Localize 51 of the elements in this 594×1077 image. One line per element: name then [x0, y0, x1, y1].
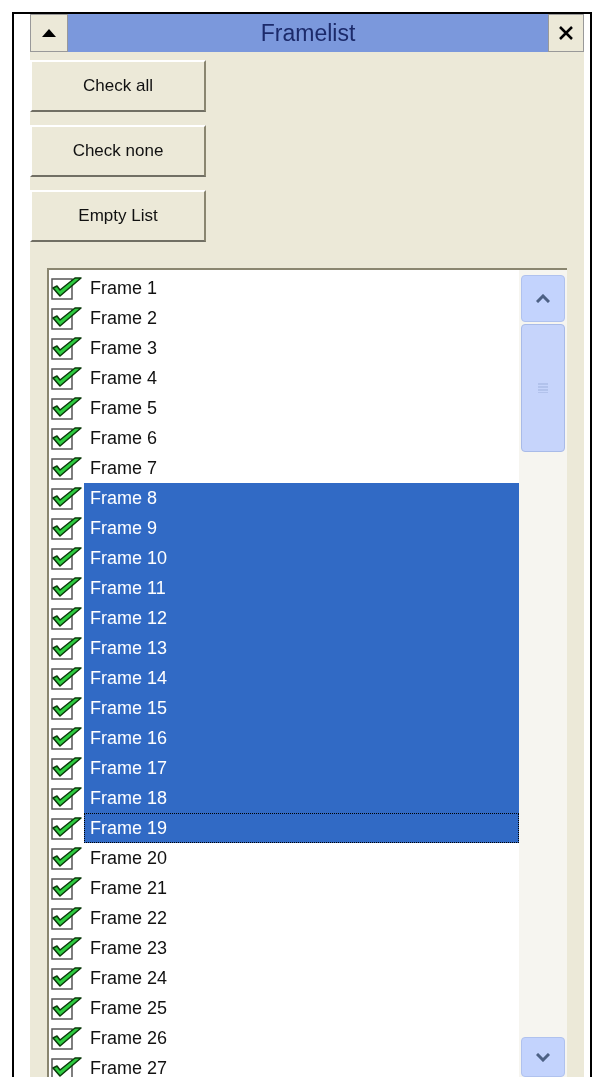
checkbox-checked-icon[interactable]: [50, 995, 84, 1021]
list-item[interactable]: Frame 13: [84, 633, 519, 663]
list-item[interactable]: Frame 18: [84, 783, 519, 813]
checkbox-checked-icon[interactable]: [50, 395, 84, 421]
checkbox-checked-icon[interactable]: [50, 335, 84, 361]
collapse-button[interactable]: [30, 14, 68, 52]
checkbox-checked-icon[interactable]: [50, 425, 84, 451]
checkbox-checked-icon[interactable]: [50, 725, 84, 751]
list-item[interactable]: Frame 10: [84, 543, 519, 573]
list-item[interactable]: Frame 11: [84, 573, 519, 603]
list-item[interactable]: Frame 8: [84, 483, 519, 513]
checkbox-checked-icon[interactable]: [50, 305, 84, 331]
checkbox-checked-icon[interactable]: [50, 965, 84, 991]
checkbox-checked-icon[interactable]: [50, 785, 84, 811]
checkbox-checked-icon[interactable]: [50, 845, 84, 871]
list-item[interactable]: Frame 15: [84, 693, 519, 723]
chevron-up-icon: [536, 294, 550, 303]
checkbox-checked-icon[interactable]: [50, 485, 84, 511]
list-item[interactable]: Frame 9: [84, 513, 519, 543]
checkbox-checked-icon[interactable]: [50, 365, 84, 391]
checkbox-checked-icon[interactable]: [50, 755, 84, 781]
checkbox-checked-icon[interactable]: [50, 515, 84, 541]
list-item[interactable]: Frame 19: [84, 813, 519, 843]
checkbox-checked-icon[interactable]: [50, 875, 84, 901]
list-item[interactable]: Frame 14: [84, 663, 519, 693]
checkbox-checked-icon[interactable]: [50, 575, 84, 601]
checkbox-checked-icon[interactable]: [50, 815, 84, 841]
list-item[interactable]: Frame 16: [84, 723, 519, 753]
checkbox-checked-icon[interactable]: [50, 665, 84, 691]
checkbox-checked-icon[interactable]: [50, 605, 84, 631]
list-item[interactable]: Frame 17: [84, 753, 519, 783]
list-item[interactable]: Frame 12: [84, 603, 519, 633]
window-title: Framelist: [259, 19, 357, 48]
close-icon: [558, 25, 574, 41]
checkbox-checked-icon[interactable]: [50, 695, 84, 721]
checkbox-checked-icon[interactable]: [50, 905, 84, 931]
chevron-down-icon: [536, 1052, 550, 1062]
checkbox-checked-icon[interactable]: [50, 635, 84, 661]
checkbox-checked-icon[interactable]: [50, 1055, 84, 1077]
checkbox-checked-icon[interactable]: [50, 545, 84, 571]
close-button[interactable]: [548, 14, 584, 52]
up-triangle-icon: [42, 29, 56, 37]
checkbox-checked-icon[interactable]: [50, 935, 84, 961]
checkbox-checked-icon[interactable]: [50, 1025, 84, 1051]
action-button[interactable]: Check all: [30, 60, 206, 112]
scrollbar[interactable]: [519, 270, 567, 1077]
scroll-thumb[interactable]: [521, 324, 565, 452]
action-button[interactable]: Check none: [30, 125, 206, 177]
checkbox-checked-icon[interactable]: [50, 275, 84, 301]
checkbox-checked-icon[interactable]: [50, 455, 84, 481]
action-button[interactable]: Empty List: [30, 190, 206, 242]
